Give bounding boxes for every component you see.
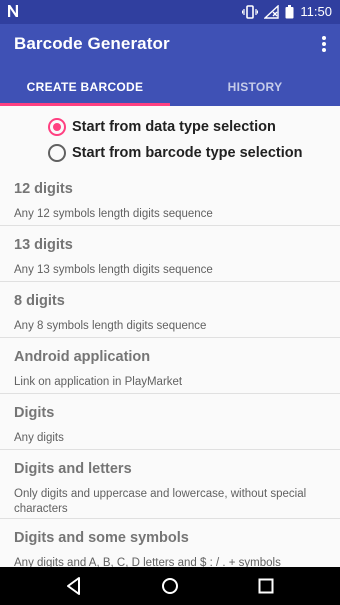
radio-barcode-type[interactable]: Start from barcode type selection: [48, 144, 302, 162]
recents-icon[interactable]: [256, 576, 276, 596]
item-description: Any digits and A, B, C, D letters and $ …: [14, 557, 281, 567]
n-icon: [7, 4, 19, 18]
list-item[interactable]: Digits Any digits: [0, 394, 340, 450]
item-title: Digits and letters: [14, 461, 132, 477]
item-description: Any digits: [14, 432, 64, 444]
list-item[interactable]: 12 digits Any 12 symbols length digits s…: [0, 170, 340, 226]
radio-label: Start from data type selection: [72, 119, 276, 135]
tab-create-barcode[interactable]: CREATE BARCODE: [0, 70, 170, 106]
app-bar: Barcode Generator CREATE BARCODE HISTORY: [0, 24, 340, 106]
list-item[interactable]: Digits and letters Only digits and upper…: [0, 450, 340, 519]
item-title: Digits and some symbols: [14, 530, 189, 546]
radio-unchecked-icon[interactable]: [48, 144, 66, 162]
status-bar: 11:50: [0, 0, 340, 24]
clock: 11:50: [300, 4, 332, 19]
wifi-off-icon: [264, 4, 280, 19]
vibrate-icon: [242, 4, 259, 19]
list-item[interactable]: Digits and some symbols Any digits and A…: [0, 519, 340, 567]
data-type-list: 12 digits Any 12 symbols length digits s…: [0, 170, 340, 567]
radio-label: Start from barcode type selection: [72, 145, 303, 161]
radio-data-type[interactable]: Start from data type selection: [48, 118, 276, 136]
item-description: Link on application in PlayMarket: [14, 376, 183, 388]
item-title: Digits: [14, 405, 55, 421]
navigation-bar: [0, 567, 340, 605]
more-vertical-icon[interactable]: [320, 36, 328, 52]
list-item[interactable]: Android application Link on application …: [0, 338, 340, 394]
item-title: Android application: [14, 349, 151, 365]
item-description: Any 13 symbols length digits sequence: [14, 264, 213, 276]
content: Start from data type selection Start fro…: [0, 106, 340, 567]
back-icon[interactable]: [64, 576, 84, 596]
home-icon[interactable]: [160, 576, 180, 596]
item-description: Any 12 symbols length digits sequence: [14, 208, 213, 220]
item-description: Only digits and uppercase and lowercase,…: [14, 488, 307, 515]
tab-bar: CREATE BARCODE HISTORY: [0, 70, 340, 106]
list-item[interactable]: 8 digits Any 8 symbols length digits seq…: [0, 282, 340, 338]
item-title: 12 digits: [14, 181, 73, 197]
item-title: 8 digits: [14, 293, 65, 309]
radio-checked-icon[interactable]: [48, 118, 66, 136]
item-title: 13 digits: [14, 237, 73, 253]
app-title: Barcode Generator: [14, 34, 170, 53]
item-description: Any 8 symbols length digits sequence: [14, 320, 207, 332]
battery-icon: [285, 4, 294, 19]
list-item[interactable]: 13 digits Any 13 symbols length digits s…: [0, 226, 340, 282]
tab-history[interactable]: HISTORY: [170, 70, 340, 106]
